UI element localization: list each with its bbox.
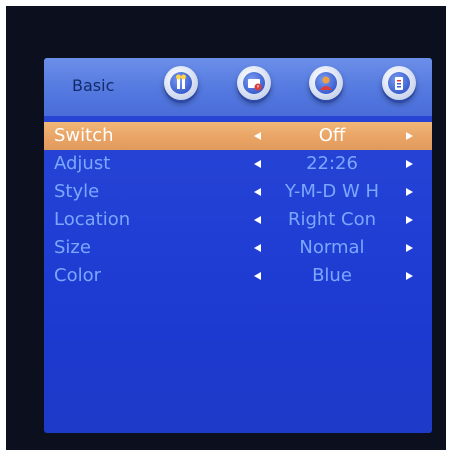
arrow-right-icon[interactable]: [406, 216, 413, 224]
menu-value: Right Con: [287, 209, 377, 230]
user-glyph: [320, 76, 332, 90]
arrow-left-icon[interactable]: [254, 216, 261, 224]
menu-label: Color: [54, 265, 101, 286]
menu-label: Size: [54, 237, 91, 258]
menu-label: Adjust: [54, 153, 111, 174]
tv-bezel: Basic Switch Off Adjust 22:26 Style Y-M-…: [6, 6, 446, 450]
arrow-right-icon[interactable]: [406, 188, 413, 196]
clock-glyph: [248, 79, 262, 91]
arrow-right-icon[interactable]: [406, 160, 413, 168]
osd-menu: Basic Switch Off Adjust 22:26 Style Y-M-…: [44, 58, 432, 433]
tab-info[interactable]: [382, 66, 416, 100]
menu-value: Blue: [312, 265, 352, 286]
menu-row-style[interactable]: Style Y-M-D W H: [44, 178, 432, 206]
arrow-right-icon[interactable]: [406, 132, 413, 140]
arrow-left-icon[interactable]: [254, 132, 261, 140]
menu-value: 22:26: [306, 153, 358, 174]
menu-label: Location: [54, 209, 131, 230]
arrow-left-icon[interactable]: [254, 244, 261, 252]
menu-row-adjust[interactable]: Adjust 22:26: [44, 150, 432, 178]
arrow-left-icon[interactable]: [254, 188, 261, 196]
menu-value: Off: [318, 125, 346, 146]
menu-row-switch[interactable]: Switch Off: [44, 122, 432, 150]
tab-settings[interactable]: [164, 66, 198, 100]
menu-value: Normal: [299, 237, 365, 258]
menu-header: Basic: [44, 58, 432, 116]
menu-row-location[interactable]: Location Right Con: [44, 206, 432, 234]
arrow-left-icon[interactable]: [254, 160, 261, 168]
menu-value: Y-M-D W H: [284, 181, 380, 202]
arrow-right-icon[interactable]: [406, 272, 413, 280]
tab-user[interactable]: [309, 66, 343, 100]
menu-row-color[interactable]: Color Blue: [44, 262, 432, 290]
menu-row-size[interactable]: Size Normal: [44, 234, 432, 262]
menu-label: Style: [54, 181, 100, 202]
settings-tools-glyph: [176, 74, 186, 89]
arrow-left-icon[interactable]: [254, 272, 261, 280]
menu-label: Switch: [54, 125, 114, 146]
info-glyph: [395, 77, 403, 90]
arrow-right-icon[interactable]: [406, 244, 413, 252]
tab-clock[interactable]: [237, 66, 271, 100]
tab-basic[interactable]: Basic: [72, 76, 114, 95]
menu-list: Switch Off Adjust 22:26 Style Y-M-D W H …: [44, 122, 432, 290]
